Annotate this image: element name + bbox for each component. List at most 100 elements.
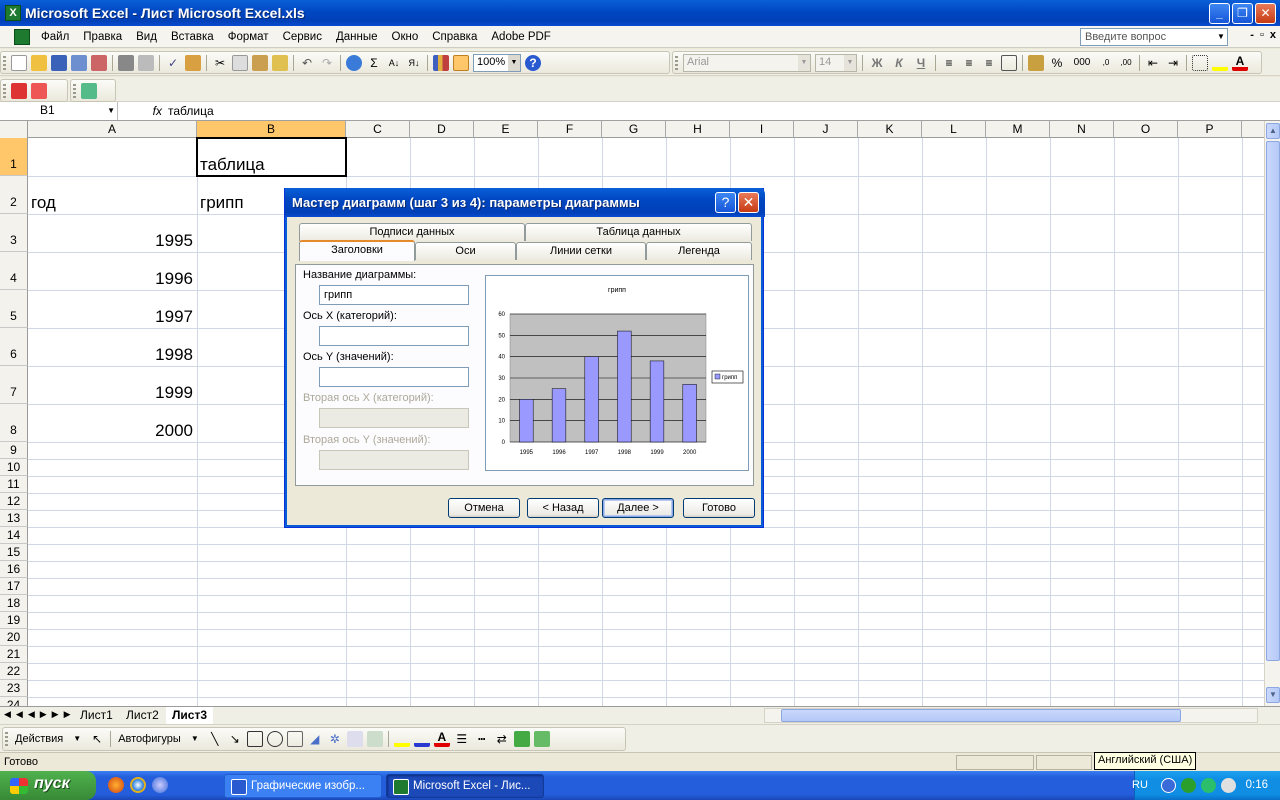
row-header-7[interactable]: 7 [0,366,28,404]
format-painter-icon[interactable] [272,54,288,71]
row-header-4[interactable]: 4 [0,252,28,290]
clock[interactable]: 0:16 [1246,779,1268,791]
column-header-a[interactable]: A [28,121,197,138]
bold-button[interactable]: Ж [870,56,884,70]
increase-indent-icon[interactable]: ⇥ [1165,55,1181,71]
doc-restore-button[interactable]: ▫ [1260,29,1264,41]
language-indicator[interactable]: RU [1132,779,1148,791]
font-size-select[interactable]: 14 ▼ [815,53,857,72]
menu-window[interactable]: Окно [385,27,426,47]
excel-app-icon[interactable]: X [5,5,21,21]
menu-help[interactable]: Справка [425,27,484,47]
paste-icon[interactable] [252,54,268,71]
increase-decimal-icon[interactable]: ,0 [1098,55,1114,71]
minimize-button[interactable]: _ [1209,3,1230,24]
convert-pdf-icon[interactable] [11,82,27,99]
menu-view[interactable]: Вид [129,27,164,47]
column-header-p[interactable]: P [1178,121,1242,138]
tray-network-icon[interactable] [1181,778,1196,793]
save-icon[interactable] [51,54,67,71]
merge-center-icon[interactable] [1001,54,1017,71]
restore-button[interactable]: ❐ [1232,3,1253,24]
cell-a5[interactable]: 1997 [30,307,193,327]
column-header-m[interactable]: M [986,121,1050,138]
cut-icon[interactable]: ✂ [212,55,228,71]
wordart-icon[interactable]: ◢ [307,731,323,747]
column-header-h[interactable]: H [666,121,730,138]
ask-dropdown-icon[interactable]: ▼ [1215,29,1227,45]
row-header-15[interactable]: 15 [0,544,28,561]
align-right-icon[interactable]: ≡ [981,55,997,71]
cell-a7[interactable]: 1999 [30,383,193,403]
dialog-help-button[interactable]: ? [715,192,736,213]
row-header-5[interactable]: 5 [0,290,28,328]
ask-question-input[interactable]: Введите вопрос [1080,28,1228,46]
row-header-10[interactable]: 10 [0,459,28,476]
vertical-scroll-thumb[interactable] [1266,141,1280,661]
dialog-close-button[interactable]: ✕ [738,192,759,213]
textbox-icon[interactable] [286,731,303,747]
column-header-e[interactable]: E [474,121,538,138]
name-box[interactable]: B1 ▼ [0,102,118,120]
row-header-3[interactable]: 3 [0,214,28,252]
new-icon[interactable] [11,54,27,71]
diagram-icon[interactable]: ✲ [327,731,343,747]
row-header-21[interactable]: 21 [0,646,28,663]
underline-button[interactable]: Ч [914,56,928,70]
row-header-6[interactable]: 6 [0,328,28,366]
row-header-12[interactable]: 12 [0,493,28,510]
scroll-down-icon[interactable]: ▼ [1266,687,1280,703]
sort-descending-icon[interactable]: Я↓ [406,55,422,71]
tab-legend[interactable]: Легенда [646,242,752,260]
taskbar-task-excel[interactable]: Microsoft Excel - Лис... [386,774,544,798]
column-header-d[interactable]: D [410,121,474,138]
row-header-1[interactable]: 1 [0,138,28,176]
cell-a2[interactable]: год [31,193,56,213]
print-preview-icon[interactable] [138,54,154,71]
next-button[interactable]: Далее > [602,498,674,518]
copy-icon[interactable] [232,54,248,71]
column-header-f[interactable]: F [538,121,602,138]
tab-titles[interactable]: Заголовки [299,240,415,261]
row-header-20[interactable]: 20 [0,629,28,646]
borders-icon[interactable] [1192,54,1208,71]
cell-a3[interactable]: 1995 [30,231,193,251]
column-header-k[interactable]: K [858,121,922,138]
row-header-23[interactable]: 23 [0,680,28,697]
column-header-b[interactable]: B [197,121,346,138]
horizontal-scroll-thumb[interactable] [781,709,1181,722]
doc-close-button[interactable]: x [1270,29,1276,41]
cell-a6[interactable]: 1998 [30,345,193,365]
arrow-style-icon[interactable]: ⇄ [494,731,510,747]
finish-button[interactable]: Готово [683,498,755,518]
menu-format[interactable]: Формат [221,27,276,47]
percent-button[interactable]: % [1050,56,1064,70]
draw-font-color-icon[interactable]: A [433,731,450,747]
active-cell-selection[interactable] [196,137,347,177]
formula-input[interactable]: таблица [168,104,214,118]
decrease-indent-icon[interactable]: ⇤ [1145,55,1161,71]
line-icon[interactable]: ╲ [207,731,223,747]
menu-tools[interactable]: Сервис [276,27,329,47]
hyperlink-icon[interactable] [346,54,362,71]
autoshapes-menu[interactable]: Автофигуры [118,733,181,745]
align-left-icon[interactable]: ≡ [941,55,957,71]
select-objects-icon[interactable]: ↖ [89,731,105,747]
chart-title-input[interactable]: грипп [319,285,469,305]
font-color-icon[interactable]: A [1232,55,1248,71]
currency-icon[interactable] [1028,54,1044,71]
sheet-tab-3[interactable]: Лист3 [166,707,214,724]
draw-fill-color-icon[interactable] [393,731,410,747]
x-axis-input[interactable] [319,326,469,346]
row-header-9[interactable]: 9 [0,442,28,459]
start-button[interactable]: пуск [0,771,96,800]
row-header-2[interactable]: 2 [0,176,28,214]
menu-insert[interactable]: Вставка [164,27,221,47]
sheet-tab-2[interactable]: Лист2 [120,707,165,724]
horizontal-scrollbar[interactable] [764,708,1258,723]
help-icon[interactable]: ? [525,54,541,71]
autoshapes-dropdown-icon[interactable]: ▼ [187,731,203,747]
permission-icon[interactable] [71,54,87,71]
insert-function-icon[interactable]: fx [118,104,168,118]
tab-navigation-icon[interactable]: ◀◀◀▶▶▶ [4,709,76,720]
